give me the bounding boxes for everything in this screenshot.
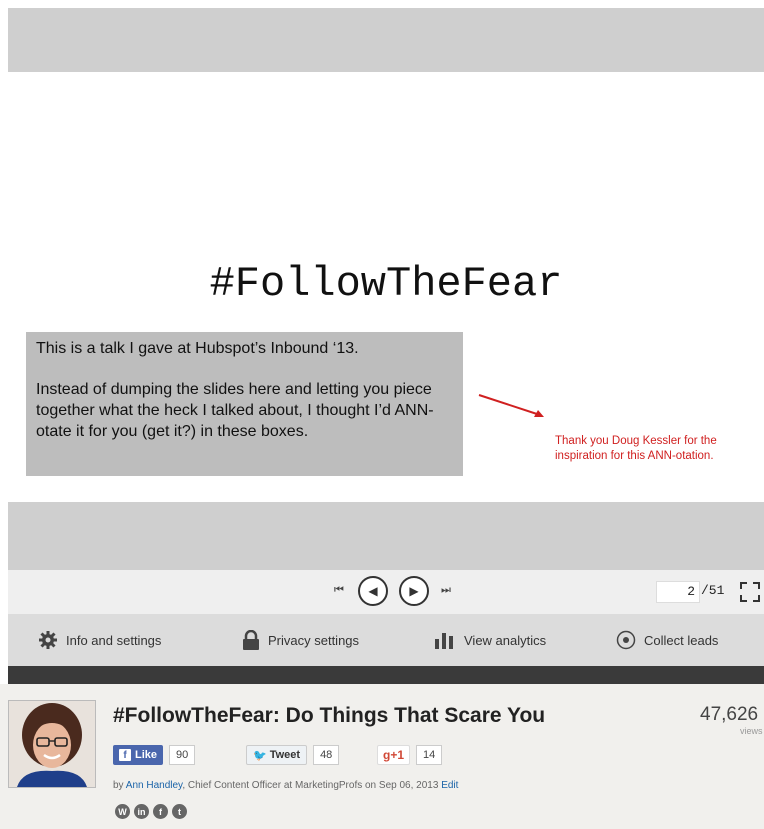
wordpress-icon[interactable]: W [115, 804, 130, 819]
author-photo [9, 701, 95, 787]
annotation-paragraph-1: This is a talk I gave at Hubspot’s Inbou… [36, 340, 359, 357]
facebook-like-label: Like [135, 749, 158, 761]
share-icons: W in f t [115, 804, 187, 819]
gear-icon [39, 631, 57, 649]
tweet-button[interactable]: 🐦 Tweet [246, 745, 308, 765]
twitter-bird-icon: 🐦 [253, 749, 267, 762]
gplus-button[interactable]: g +1 [377, 745, 411, 765]
document-title[interactable]: #FollowTheFear: Do Things That Scare You [113, 704, 545, 728]
lock-icon [243, 630, 259, 650]
author-link[interactable]: Ann Handley [126, 780, 183, 791]
twitter-share-icon[interactable]: t [172, 804, 187, 819]
twitter-tweet-widget[interactable]: 🐦 Tweet 48 [246, 744, 340, 766]
thanks-note: Thank you Doug Kessler for the inspirati… [555, 435, 717, 462]
page-number-input[interactable]: 2 [656, 581, 700, 603]
facebook-icon: f [119, 749, 131, 761]
bar-chart-icon [435, 633, 453, 649]
collect-leads-button[interactable]: Collect leads [616, 614, 718, 666]
privacy-settings-label: Privacy settings [268, 632, 360, 648]
red-arrow-icon [478, 394, 544, 417]
document-info: #FollowTheFear: Do Things That Scare You… [0, 684, 764, 829]
slide-bottom-band [8, 502, 764, 570]
tweet-count: 48 [313, 745, 340, 765]
annotation-paragraph-2: Instead of dumping the slides here and l… [36, 381, 434, 440]
leads-icon [616, 630, 636, 650]
facebook-like-count: 90 [169, 745, 196, 765]
gplus-widget[interactable]: g +1 14 [377, 744, 443, 766]
player-controls: ⏮ ◀ ▶ ⏭ 2 /51 [8, 570, 764, 614]
facebook-share-icon[interactable]: f [153, 804, 168, 819]
settings-bar: Info and settings Privacy settings View … [8, 614, 764, 666]
page-total: /51 [701, 583, 725, 598]
previous-slide-button[interactable]: ◀ [358, 576, 388, 606]
byline-prefix: by [113, 780, 124, 791]
info-settings-label: Info and settings [66, 632, 162, 648]
slide-top-band [8, 8, 764, 72]
annotation-box: This is a talk I gave at Hubspot’s Inbou… [26, 332, 463, 476]
last-slide-icon[interactable]: ⏭ [441, 584, 451, 597]
gplus-icon: g [383, 748, 391, 762]
gplus-label: +1 [390, 748, 405, 762]
author-avatar[interactable] [8, 700, 96, 788]
views-count: 47,626 [700, 704, 759, 725]
fullscreen-icon[interactable] [738, 580, 762, 604]
view-analytics-label: View analytics [464, 632, 547, 648]
linkedin-icon[interactable]: in [134, 804, 149, 819]
facebook-like-button[interactable]: f Like [113, 745, 164, 765]
edit-link[interactable]: Edit [441, 780, 458, 791]
next-slide-button[interactable]: ▶ [399, 576, 429, 606]
first-slide-icon[interactable]: ⏮ [334, 584, 344, 597]
collect-leads-label: Collect leads [644, 632, 719, 648]
publish-date: Sep 06, 2013 [378, 780, 439, 791]
byline-role: , Chief Content Officer at MarketingProf… [182, 780, 377, 791]
byline: by Ann Handley, Chief Content Officer at… [113, 780, 458, 791]
slide-title: #FollowTheFear [209, 260, 563, 308]
privacy-settings-button[interactable]: Privacy settings [242, 614, 359, 666]
view-analytics-button[interactable]: View analytics [434, 614, 546, 666]
play-left-icon: ◀ [368, 584, 378, 598]
facebook-like-widget[interactable]: f Like 90 [113, 744, 196, 766]
info-settings-button[interactable]: Info and settings [38, 614, 161, 666]
play-right-icon: ▶ [409, 584, 419, 598]
gplus-count: 14 [416, 745, 443, 765]
divider-bar [8, 666, 764, 684]
views-label: views [740, 726, 763, 736]
tweet-label: Tweet [269, 749, 301, 761]
